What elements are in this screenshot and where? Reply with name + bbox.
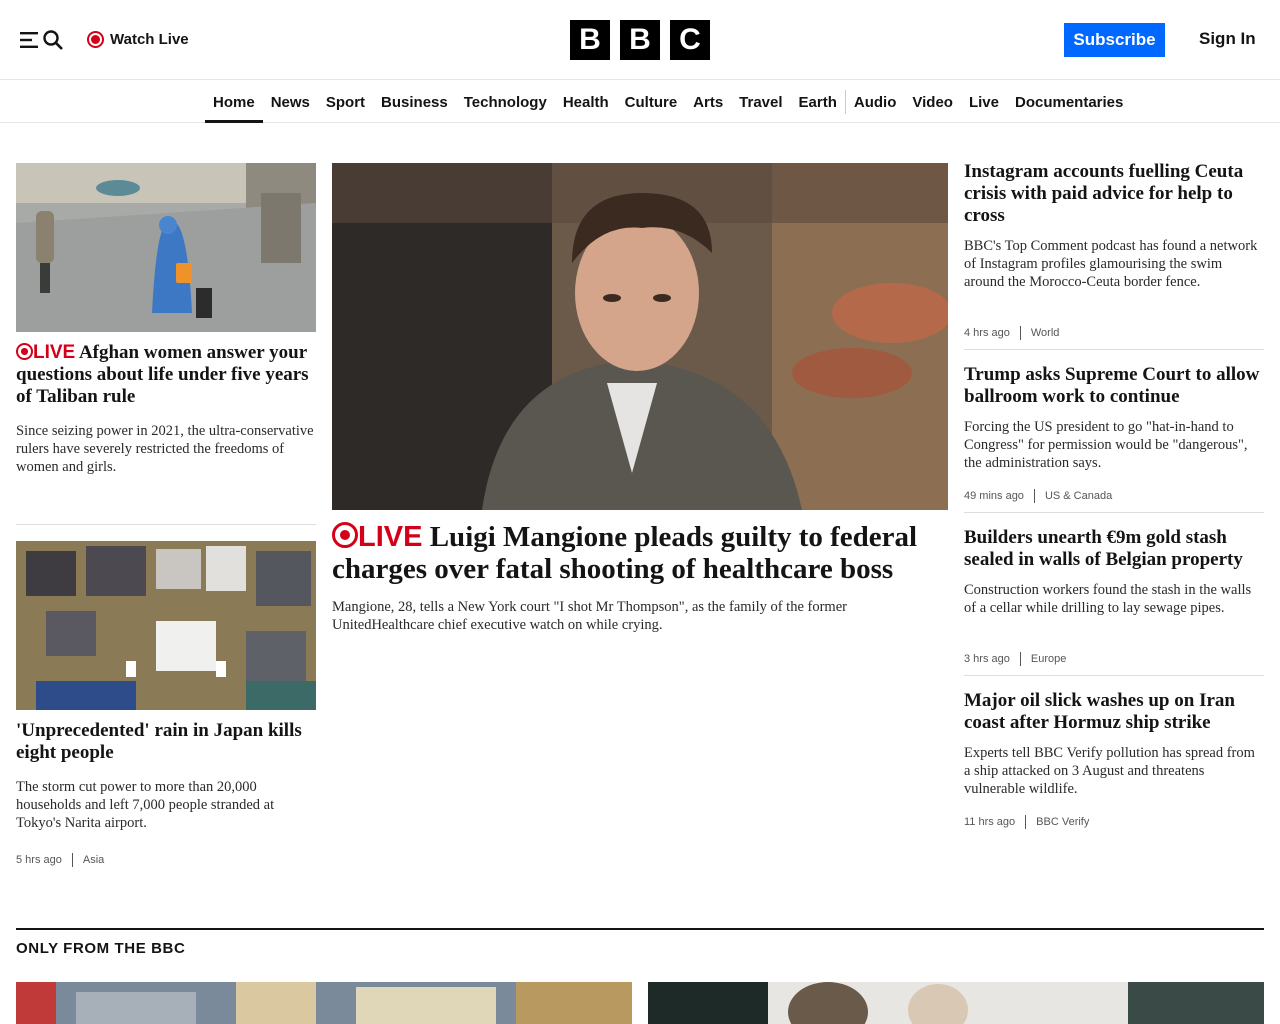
- gold-stash-summary: Construction workers found the stash in …: [964, 582, 1252, 616]
- story-tag[interactable]: US & Canada: [1045, 490, 1112, 502]
- mangione-summary: Mangione, 28, tells a New York court "I …: [332, 599, 847, 633]
- story-timestamp: 4 hrs ago: [964, 327, 1010, 339]
- story-divider: [964, 512, 1264, 513]
- mangione-headline[interactable]: LIVE Luigi Mangione pleads guilty to fed…: [332, 521, 948, 585]
- oil-slick-meta: 11 hrs ago BBC Verify: [964, 814, 1089, 830]
- nav-item-sport[interactable]: Sport: [318, 81, 373, 123]
- nav-items: Home News Sport Business Technology Heal…: [205, 81, 1131, 123]
- only-bbc-image-2[interactable]: [648, 982, 1264, 1024]
- live-badge: LIVE: [332, 521, 422, 553]
- nav-item-culture[interactable]: Culture: [617, 81, 686, 123]
- watch-live-label: Watch Live: [110, 30, 189, 48]
- japan-rain-image[interactable]: [16, 541, 316, 710]
- search-icon: [43, 30, 63, 50]
- ceuta-meta: 4 hrs ago World: [964, 325, 1059, 341]
- live-label: LIVE: [358, 521, 423, 553]
- meta-separator: [1025, 815, 1027, 829]
- menu-search-button[interactable]: [20, 27, 64, 53]
- ballroom-summary: Forcing the US president to go "hat-in-h…: [964, 419, 1248, 471]
- nav-item-live[interactable]: Live: [961, 81, 1007, 123]
- oil-slick-summary: Experts tell BBC Verify pollution has sp…: [964, 745, 1255, 797]
- section-rule: [16, 928, 1264, 930]
- story-timestamp: 3 hrs ago: [964, 653, 1010, 665]
- luigi-mangione-image[interactable]: [332, 163, 948, 510]
- japan-rain-meta: 5 hrs ago Asia: [16, 852, 104, 868]
- story-timestamp: 11 hrs ago: [964, 816, 1016, 828]
- nav-item-earth[interactable]: Earth: [791, 81, 845, 123]
- bbc-logo[interactable]: B B C: [570, 20, 710, 60]
- nav-item-technology[interactable]: Technology: [456, 81, 555, 123]
- story-tag[interactable]: Europe: [1031, 653, 1066, 665]
- meta-separator: [71, 853, 73, 867]
- nav-item-video[interactable]: Video: [904, 81, 961, 123]
- ceuta-summary: BBC's Top Comment podcast has found a ne…: [964, 238, 1258, 290]
- story-divider: [964, 349, 1264, 350]
- nav-item-audio[interactable]: Audio: [846, 81, 905, 123]
- story-timestamp: 5 hrs ago: [16, 854, 62, 866]
- nav-item-news[interactable]: News: [263, 81, 318, 123]
- nav-item-travel[interactable]: Travel: [731, 81, 790, 123]
- nav-item-home[interactable]: Home: [205, 81, 263, 123]
- japan-rain-summary: The storm cut power to more than 20,000 …: [16, 779, 275, 831]
- live-label: LIVE: [33, 342, 76, 363]
- afghan-women-summary: Since seizing power in 2021, the ultra-c…: [16, 423, 314, 475]
- live-icon: [332, 522, 358, 548]
- subscribe-button[interactable]: Subscribe: [1064, 23, 1165, 57]
- watch-live-link[interactable]: Watch Live: [87, 29, 189, 49]
- meta-separator: [1033, 489, 1035, 503]
- nav-item-arts[interactable]: Arts: [685, 81, 731, 123]
- oil-slick-headline[interactable]: Major oil slick washes up on Iran coast …: [964, 690, 1264, 734]
- site-header: Watch Live B B C Subscribe Sign In: [0, 0, 1280, 80]
- live-icon: [16, 343, 33, 360]
- nav-item-health[interactable]: Health: [555, 81, 617, 123]
- ballroom-headline[interactable]: Trump asks Supreme Court to allow ballro…: [964, 364, 1264, 408]
- sign-in-link[interactable]: Sign In: [1199, 29, 1256, 49]
- story-tag[interactable]: World: [1031, 327, 1060, 339]
- logo-letter-b1: B: [570, 20, 610, 60]
- ceuta-headline[interactable]: Instagram accounts fuelling Ceuta crisis…: [964, 161, 1264, 227]
- story-timestamp: 49 mins ago: [964, 490, 1024, 502]
- main-navigation: Home News Sport Business Technology Heal…: [0, 81, 1280, 123]
- meta-separator: [1019, 326, 1021, 340]
- menu-icon: [20, 32, 38, 48]
- gold-stash-meta: 3 hrs ago Europe: [964, 651, 1066, 667]
- japan-rain-headline[interactable]: 'Unprecedented' rain in Japan kills eigh…: [16, 720, 316, 764]
- logo-letter-b2: B: [620, 20, 660, 60]
- story-tag[interactable]: BBC Verify: [1036, 816, 1089, 828]
- afghan-women-image[interactable]: [16, 163, 316, 332]
- only-bbc-image-1[interactable]: [16, 982, 632, 1024]
- section-title: ONLY FROM THE BBC: [16, 940, 186, 957]
- nav-item-documentaries[interactable]: Documentaries: [1007, 81, 1131, 123]
- story-divider: [964, 675, 1264, 676]
- logo-letter-c: C: [670, 20, 710, 60]
- gold-stash-headline[interactable]: Builders unearth €9m gold stash sealed i…: [964, 527, 1264, 571]
- live-badge: .live-ring{}LIVE: [16, 342, 75, 363]
- nav-item-business[interactable]: Business: [373, 81, 456, 123]
- story-divider: [16, 524, 316, 525]
- story-tag[interactable]: Asia: [83, 854, 104, 866]
- ballroom-meta: 49 mins ago US & Canada: [964, 488, 1112, 504]
- meta-separator: [1019, 652, 1021, 666]
- live-record-icon: [87, 30, 104, 48]
- afghan-women-headline[interactable]: .live-ring{}LIVE Afghan women answer you…: [16, 342, 316, 408]
